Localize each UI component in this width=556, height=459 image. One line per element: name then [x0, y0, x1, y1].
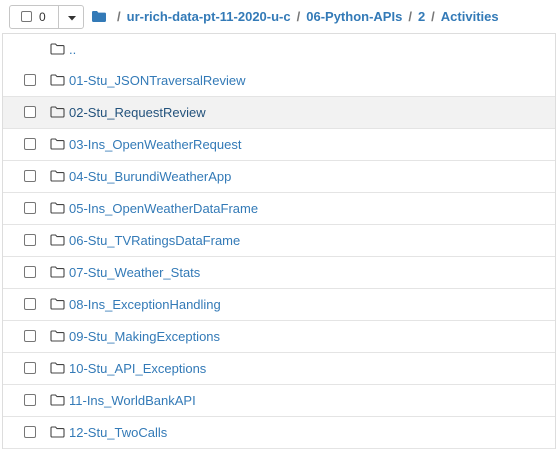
folder-outline-icon — [50, 138, 65, 150]
breadcrumb-item[interactable]: Activities — [441, 9, 499, 24]
folder-link[interactable]: 09-Stu_MakingExceptions — [69, 329, 220, 345]
folder-outline-icon — [50, 266, 65, 278]
breadcrumb: / ur-rich-data-pt-11-2020-u-c / 06-Pytho… — [92, 7, 499, 25]
select-all-checkbox[interactable] — [21, 11, 32, 22]
list-item[interactable]: 12-Stu_TwoCalls — [3, 417, 555, 449]
folder-outline-icon — [50, 234, 65, 246]
folder-outline-icon — [50, 170, 65, 182]
list-item[interactable]: 01-Stu_JSONTraversalReview — [3, 65, 555, 97]
folder-link[interactable]: 08-Ins_ExceptionHandling — [69, 297, 221, 313]
caret-down-icon[interactable] — [67, 13, 77, 23]
item-checkbox[interactable] — [24, 170, 36, 182]
item-checkbox[interactable] — [24, 330, 36, 342]
item-checkbox[interactable] — [24, 394, 36, 406]
item-checkbox[interactable] — [24, 362, 36, 374]
item-checkbox[interactable] — [24, 234, 36, 246]
item-checkbox[interactable] — [24, 106, 36, 118]
folder-outline-icon — [50, 43, 65, 55]
folder-link[interactable]: 11-Ins_WorldBankAPI — [69, 393, 196, 409]
file-list: .. 01-Stu_JSONTraversalReview 02-Stu_Requ… — [2, 33, 556, 449]
parent-directory-link[interactable]: .. — [69, 42, 76, 58]
breadcrumb-separator: / — [408, 8, 412, 24]
folder-outline-icon — [50, 74, 65, 86]
list-item[interactable]: 05-Ins_OpenWeatherDataFrame — [3, 193, 555, 225]
selected-count: 0 — [39, 10, 46, 24]
item-checkbox[interactable] — [24, 138, 36, 150]
item-checkbox[interactable] — [24, 426, 36, 438]
folder-link[interactable]: 06-Stu_TVRatingsDataFrame — [69, 233, 240, 249]
breadcrumb-separator: / — [431, 8, 435, 24]
item-checkbox[interactable] — [24, 298, 36, 310]
list-item[interactable]: 10-Stu_API_Exceptions — [3, 353, 555, 385]
breadcrumb-separator: / — [296, 8, 301, 24]
folder-outline-icon — [50, 394, 65, 406]
list-item[interactable]: 04-Stu_BurundiWeatherApp — [3, 161, 555, 193]
folder-outline-icon — [50, 202, 65, 214]
toolbar: 0 / ur-rich-data-pt-11-2020-u-c / 06-Pyt… — [0, 0, 556, 34]
breadcrumb-item[interactable]: 06-Python-APIs — [306, 9, 402, 24]
file-browser: 0 / ur-rich-data-pt-11-2020-u-c / 06-Pyt… — [0, 0, 556, 459]
folder-link[interactable]: 10-Stu_API_Exceptions — [69, 361, 206, 377]
folder-link[interactable]: 02-Stu_RequestReview — [69, 105, 206, 121]
folder-link[interactable]: 04-Stu_BurundiWeatherApp — [69, 169, 231, 185]
folder-link[interactable]: 01-Stu_JSONTraversalReview — [69, 73, 246, 89]
list-item[interactable]: 09-Stu_MakingExceptions — [3, 321, 555, 353]
breadcrumb-item[interactable]: 2 — [418, 9, 425, 24]
folder-link[interactable]: 05-Ins_OpenWeatherDataFrame — [69, 201, 258, 217]
list-item[interactable]: 06-Stu_TVRatingsDataFrame — [3, 225, 555, 257]
list-item[interactable]: 07-Stu_Weather_Stats — [3, 257, 555, 289]
breadcrumb-item[interactable]: ur-rich-data-pt-11-2020-u-c — [127, 9, 291, 24]
folder-outline-icon — [50, 426, 65, 438]
item-checkbox[interactable] — [24, 202, 36, 214]
list-item[interactable]: 02-Stu_RequestReview — [3, 97, 555, 129]
folder-outline-icon — [50, 298, 65, 310]
folder-link[interactable]: 12-Stu_TwoCalls — [69, 425, 167, 441]
list-item[interactable]: 03-Ins_OpenWeatherRequest — [3, 129, 555, 161]
list-item[interactable]: 11-Ins_WorldBankAPI — [3, 385, 555, 417]
folder-outline-icon — [50, 330, 65, 342]
select-divider — [58, 6, 59, 28]
folder-icon[interactable] — [92, 10, 106, 22]
item-checkbox[interactable] — [24, 74, 36, 86]
folder-outline-icon — [50, 362, 65, 374]
select-all-control[interactable]: 0 — [9, 5, 84, 29]
parent-directory-row[interactable]: .. — [3, 34, 555, 66]
list-item[interactable]: 08-Ins_ExceptionHandling — [3, 289, 555, 321]
folder-outline-icon — [50, 106, 65, 118]
item-checkbox[interactable] — [24, 266, 36, 278]
breadcrumb-separator: / — [117, 8, 121, 24]
folder-link[interactable]: 07-Stu_Weather_Stats — [69, 265, 200, 281]
folder-link[interactable]: 03-Ins_OpenWeatherRequest — [69, 137, 241, 153]
